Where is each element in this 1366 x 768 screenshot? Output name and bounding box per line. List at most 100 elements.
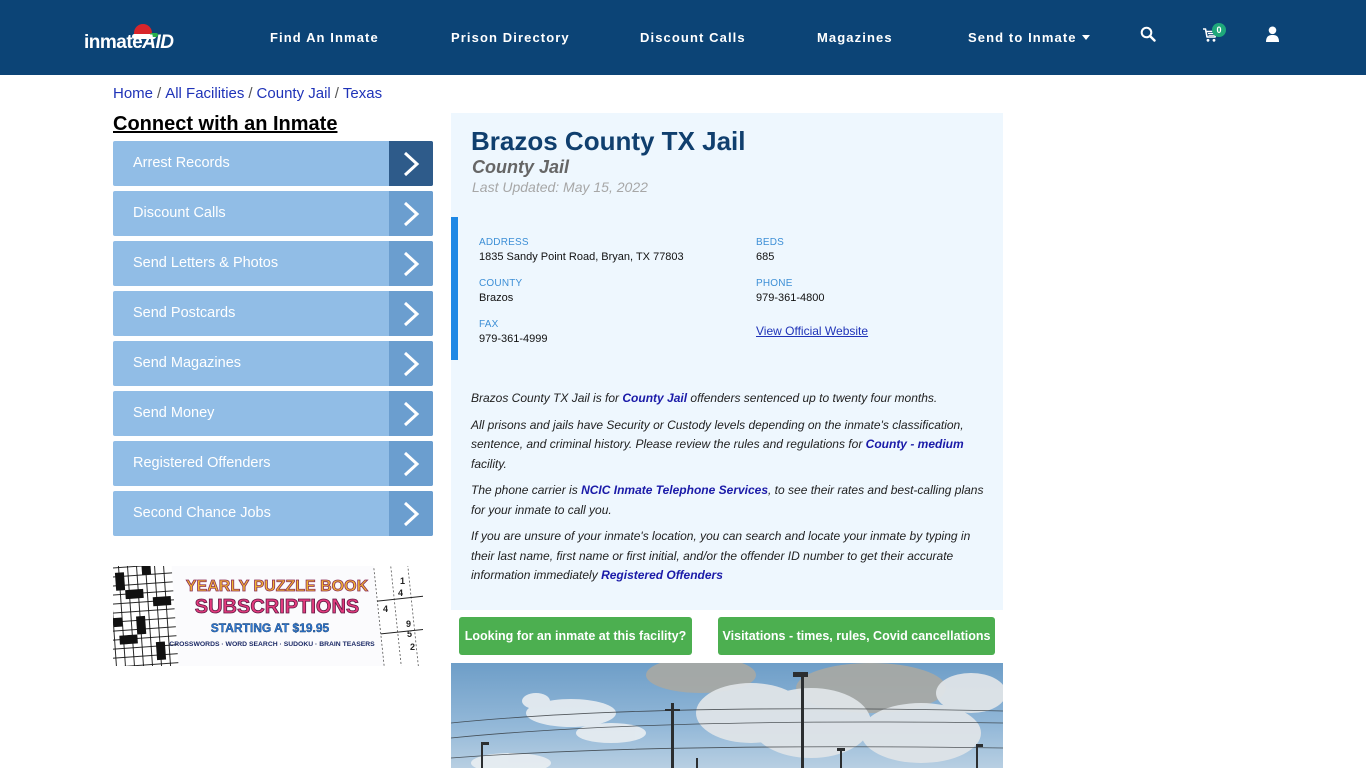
- caret-down-icon: [1081, 35, 1090, 40]
- sidebar-item-label: Send Money: [133, 405, 215, 421]
- ad-price: STARTING AT $19.95: [211, 621, 330, 635]
- facility-type: County Jail: [472, 157, 570, 177]
- sudoku-digit: 2: [410, 642, 415, 652]
- sidebar-item-send-magazines[interactable]: Send Magazines: [113, 341, 433, 386]
- logo-text: inmateAID: [84, 32, 174, 54]
- facility-photo: [451, 663, 1003, 768]
- phone-label: PHONE: [756, 278, 793, 289]
- ad-subheadline: SUBSCRIPTIONS: [195, 596, 359, 618]
- county-medium-link[interactable]: County - medium: [866, 437, 964, 451]
- sudoku-digit: 9: [406, 619, 411, 629]
- description-paragraph: The phone carrier is NCIC Inmate Telepho…: [471, 481, 986, 520]
- logo-text-accent: AID: [142, 32, 174, 53]
- nav-magazines[interactable]: Magazines: [817, 30, 893, 45]
- last-updated: Last Updated: May 15, 2022: [472, 179, 648, 195]
- ad-headline: YEARLY PUZZLE BOOK: [186, 578, 369, 595]
- description-text: The phone carrier is: [471, 483, 582, 497]
- sidebar-item-label: Discount Calls: [133, 205, 226, 221]
- description-text: facility.: [471, 456, 507, 471]
- website-field: View Official Website: [756, 321, 868, 340]
- sudoku-digit: 5: [407, 629, 412, 639]
- description-text: Brazos County TX Jail is for: [471, 391, 623, 405]
- nav-find-an-inmate[interactable]: Find An Inmate: [270, 30, 379, 45]
- top-navigation-bar: inmateAID Find An Inmate Prison Director…: [0, 0, 1366, 75]
- nav-send-to-inmate[interactable]: Send to Inmate: [968, 30, 1090, 45]
- puzzle-book-ad-banner[interactable]: 1 4 4 9 5 2 YEARLY PUZZLE BOOK SUBSCRIPT…: [113, 566, 423, 666]
- user-icon[interactable]: [1265, 26, 1285, 46]
- sidebar-item-second-chance-jobs[interactable]: Second Chance Jobs: [113, 491, 433, 536]
- description-paragraph: Brazos County TX Jail is for County Jail…: [471, 389, 986, 409]
- find-inmate-at-facility-button[interactable]: Looking for an inmate at this facility?: [459, 617, 692, 655]
- connect-menu: Arrest Records Discount Calls Send Lette…: [113, 141, 433, 541]
- description-paragraph: If you are unsure of your inmate's locat…: [471, 527, 986, 586]
- breadcrumb-home[interactable]: Home: [113, 85, 153, 102]
- ad-categories: CROSSWORDS · WORD SEARCH · SUDOKU · BRAI…: [169, 641, 375, 648]
- sidebar-item-label: Send Postcards: [133, 305, 236, 321]
- county-label: COUNTY: [479, 278, 523, 289]
- county-value: Brazos: [479, 292, 514, 304]
- chevron-right-icon: [389, 341, 433, 386]
- nav-send-to-inmate-label: Send to Inmate: [968, 30, 1077, 45]
- cart-count-badge: 0: [1212, 23, 1226, 37]
- fax-value: 979-361-4999: [479, 333, 548, 345]
- ncic-telephone-link[interactable]: NCIC Inmate Telephone Services: [581, 483, 768, 497]
- sidebar-item-label: Arrest Records: [133, 155, 230, 171]
- chevron-right-icon: [389, 441, 433, 486]
- breadcrumb-separator: /: [157, 85, 162, 102]
- facility-info-box: ADDRESS 1835 Sandy Point Road, Bryan, TX…: [451, 217, 1003, 360]
- breadcrumb-all-facilities[interactable]: All Facilities: [165, 85, 244, 102]
- fax-label: FAX: [479, 319, 499, 330]
- nav-prison-directory[interactable]: Prison Directory: [451, 30, 570, 45]
- search-icon[interactable]: [1140, 26, 1160, 46]
- chevron-right-icon: [389, 391, 433, 436]
- description-text: offenders sentenced up to twenty four mo…: [687, 391, 938, 405]
- sudoku-digit: 4: [383, 604, 388, 614]
- address-field: ADDRESS 1835 Sandy Point Road, Bryan, TX…: [479, 237, 684, 263]
- breadcrumb-county-jail[interactable]: County Jail: [257, 85, 331, 102]
- sudoku-digit: 4: [398, 588, 403, 598]
- beds-value: 685: [756, 251, 775, 263]
- breadcrumb-texas[interactable]: Texas: [343, 85, 382, 102]
- description-paragraph: All prisons and jails have Security or C…: [471, 416, 986, 475]
- sudoku-digit: 1: [400, 576, 405, 586]
- sidebar-item-label: Send Magazines: [133, 355, 242, 371]
- connect-with-inmate-heading[interactable]: Connect with an Inmate: [113, 113, 337, 136]
- sidebar-item-label: Registered Offenders: [133, 455, 271, 471]
- view-official-website-link[interactable]: View Official Website: [756, 324, 868, 338]
- phone-value: 979-361-4800: [756, 292, 825, 304]
- crossword-grid-graphic: 1 4 4 9 5 2 YEARLY PUZZLE BOOK SUBSCRIPT…: [113, 566, 423, 666]
- sidebar-item-send-money[interactable]: Send Money: [113, 391, 433, 436]
- chevron-right-icon: [389, 141, 433, 186]
- facility-card: Brazos County TX Jail County Jail Last U…: [451, 113, 1003, 610]
- logo-text-main: inmate: [84, 32, 143, 53]
- sidebar-item-send-postcards[interactable]: Send Postcards: [113, 291, 433, 336]
- chevron-right-icon: [389, 491, 433, 536]
- sidebar-item-label: Send Letters & Photos: [133, 255, 279, 271]
- sidebar-item-send-letters-photos[interactable]: Send Letters & Photos: [113, 241, 433, 286]
- chevron-right-icon: [389, 241, 433, 286]
- county-field: COUNTY Brazos: [479, 278, 522, 304]
- registered-offenders-link[interactable]: Registered Offenders: [601, 568, 723, 582]
- sidebar-item-discount-calls[interactable]: Discount Calls: [113, 191, 433, 236]
- sky-photo-graphic: [451, 663, 1003, 768]
- nav-discount-calls[interactable]: Discount Calls: [640, 30, 746, 45]
- breadcrumb-separator: /: [248, 85, 253, 102]
- address-value: 1835 Sandy Point Road, Bryan, TX 77803: [479, 251, 684, 263]
- facility-title: Brazos County TX Jail: [471, 126, 746, 156]
- chevron-right-icon: [389, 291, 433, 336]
- visitations-button[interactable]: Visitations - times, rules, Covid cancel…: [718, 617, 995, 655]
- sidebar-item-label: Second Chance Jobs: [133, 505, 271, 521]
- beds-label: BEDS: [756, 237, 785, 248]
- sidebar-item-arrest-records[interactable]: Arrest Records: [113, 141, 433, 186]
- phone-field: PHONE 979-361-4800: [756, 278, 825, 304]
- beds-field: BEDS 685: [756, 237, 784, 263]
- breadcrumb: Home / All Facilities / County Jail / Texas: [113, 85, 382, 102]
- inmateaid-logo[interactable]: inmateAID: [84, 22, 180, 56]
- chevron-right-icon: [389, 191, 433, 236]
- breadcrumb-separator: /: [334, 85, 339, 102]
- county-jail-link[interactable]: County Jail: [622, 391, 687, 405]
- facility-description: Brazos County TX Jail is for County Jail…: [471, 389, 986, 593]
- fax-field: FAX 979-361-4999: [479, 319, 548, 345]
- address-label: ADDRESS: [479, 237, 529, 248]
- sidebar-item-registered-offenders[interactable]: Registered Offenders: [113, 441, 433, 486]
